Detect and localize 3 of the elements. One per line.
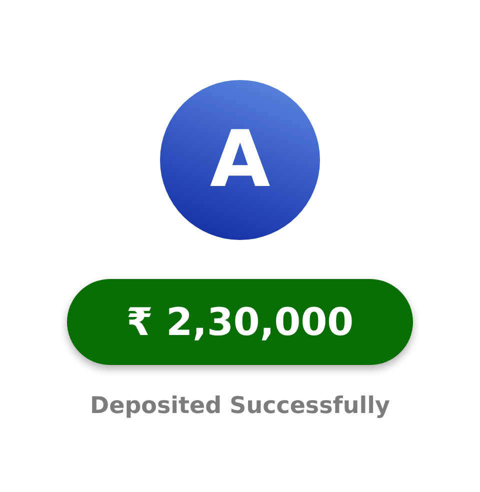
avatar: A bbox=[160, 80, 320, 240]
status-text: Deposited Successfully bbox=[90, 393, 390, 419]
amount-badge: ₹ 2,30,000 bbox=[67, 279, 413, 365]
